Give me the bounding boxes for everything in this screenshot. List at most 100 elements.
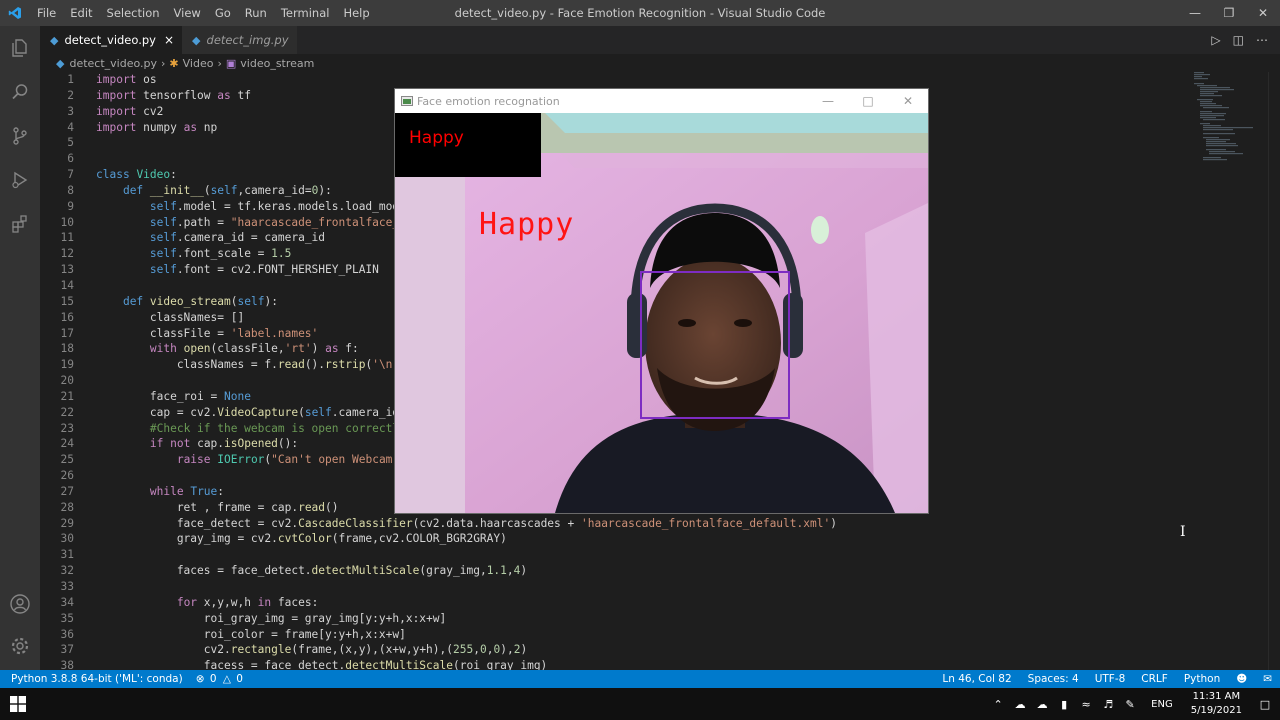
menu-help[interactable]: Help bbox=[336, 0, 376, 26]
menu-view[interactable]: View bbox=[167, 0, 208, 26]
code-text: class Video: bbox=[96, 168, 177, 182]
gear-icon[interactable] bbox=[0, 624, 40, 668]
code-text: faces = face_detect.detectMultiScale(gra… bbox=[96, 564, 528, 578]
editor-actions: ▷ ◫ ⋯ bbox=[1211, 26, 1268, 54]
menu-go[interactable]: Go bbox=[208, 0, 238, 26]
code-text: classNames= [] bbox=[96, 310, 245, 324]
chevron-up-icon[interactable]: ⌃ bbox=[987, 698, 1009, 711]
code-line[interactable]: 38 facess = face_detect.detectMultiScale… bbox=[40, 658, 1190, 670]
run-file-icon[interactable]: ▷ bbox=[1211, 33, 1220, 47]
cursor-position[interactable]: Ln 46, Col 82 bbox=[934, 673, 1019, 685]
activity-bar bbox=[0, 26, 40, 670]
code-text: roi_color = frame[y:y+h,x:x+w] bbox=[96, 627, 406, 641]
menu-file[interactable]: File bbox=[30, 0, 63, 26]
search-icon[interactable] bbox=[0, 70, 40, 114]
battery-icon[interactable]: ▮ bbox=[1053, 698, 1075, 711]
tab-detect-video[interactable]: ◆ detect_video.py × bbox=[40, 26, 183, 54]
code-text: import numpy as np bbox=[96, 120, 218, 134]
emotion-window-titlebar[interactable]: Face emotion recognation — □ ✕ bbox=[395, 89, 928, 113]
vertical-scrollbar[interactable] bbox=[1268, 72, 1280, 670]
taskbar-clock[interactable]: 11:31 AM 5/19/2021 bbox=[1183, 690, 1250, 718]
language-mode[interactable]: Python bbox=[1176, 673, 1228, 685]
method-icon: ▣ bbox=[225, 56, 237, 70]
files-icon[interactable] bbox=[0, 26, 40, 70]
code-text: def __init__(self,camera_id=0): bbox=[122, 183, 332, 197]
code-text: self.path = "haarcascade_frontalface_de bbox=[149, 215, 413, 229]
code-line[interactable]: 32 faces = face_detect.detectMultiScale(… bbox=[40, 563, 1190, 579]
menu-selection[interactable]: Selection bbox=[100, 0, 167, 26]
code-text: while True: bbox=[149, 484, 225, 498]
line-number: 7 bbox=[67, 168, 74, 182]
emotion-window[interactable]: Face emotion recognation — □ ✕ Happy Hap… bbox=[394, 88, 929, 514]
encoding[interactable]: UTF-8 bbox=[1087, 673, 1134, 685]
menu-run[interactable]: Run bbox=[238, 0, 274, 26]
feedback-icon[interactable]: ☻ bbox=[1228, 673, 1255, 685]
restore-button[interactable]: ❐ bbox=[1212, 0, 1246, 26]
minimap[interactable] bbox=[1190, 72, 1268, 670]
menu-edit[interactable]: Edit bbox=[63, 0, 99, 26]
code-line[interactable]: 35 roi_gray_img = gray_img[y:y+h,x:x+w] bbox=[40, 611, 1190, 627]
line-number: 18 bbox=[60, 342, 74, 356]
breadcrumb-method[interactable]: video_stream bbox=[240, 57, 314, 70]
code-text: self.camera_id = camera_id bbox=[149, 231, 326, 245]
code-line[interactable]: 34 for x,y,w,h in faces: bbox=[40, 595, 1190, 611]
code-line[interactable]: 1 import os bbox=[40, 72, 1190, 88]
line-number: 22 bbox=[60, 405, 74, 419]
code-line[interactable]: 33 bbox=[40, 579, 1190, 595]
extensions-icon[interactable] bbox=[0, 202, 40, 246]
code-text: classFile = 'label.names' bbox=[96, 326, 319, 340]
close-button[interactable]: ✕ bbox=[888, 89, 928, 113]
code-text: for x,y,w,h in faces: bbox=[176, 595, 319, 609]
code-line[interactable]: 31 bbox=[40, 547, 1190, 563]
line-number: 19 bbox=[60, 358, 74, 372]
line-number: 37 bbox=[60, 643, 74, 657]
webcam-frame: Happy Happy bbox=[395, 113, 928, 513]
maximize-button[interactable]: □ bbox=[848, 89, 888, 113]
close-icon[interactable]: × bbox=[164, 33, 174, 47]
notification-center-icon[interactable]: □ bbox=[1250, 698, 1280, 711]
warning-count: 0 bbox=[236, 673, 243, 685]
error-count: 0 bbox=[209, 673, 217, 685]
code-text: cap = cv2.VideoCapture(self.camera_id) bbox=[96, 405, 406, 419]
code-text: import os bbox=[96, 73, 157, 86]
error-icon: ⊗ bbox=[195, 673, 205, 685]
cloud-icon[interactable]: ☁ bbox=[1009, 698, 1031, 711]
window-app-icon bbox=[401, 96, 413, 106]
close-button[interactable]: ✕ bbox=[1246, 0, 1280, 26]
run-debug-icon[interactable] bbox=[0, 158, 40, 202]
line-number: 10 bbox=[60, 215, 74, 229]
breadcrumb-class[interactable]: Video bbox=[183, 57, 214, 70]
line-number: 24 bbox=[60, 437, 74, 451]
windows-start-icon[interactable] bbox=[10, 696, 26, 712]
cloud-icon[interactable]: ☁ bbox=[1031, 698, 1053, 711]
problems-indicator[interactable]: ⊗ 0 △ 0 bbox=[190, 673, 250, 685]
input-language[interactable]: ENG bbox=[1141, 699, 1183, 710]
chevron-right-icon: › bbox=[161, 56, 166, 70]
breadcrumb-file[interactable]: detect_video.py bbox=[69, 57, 157, 70]
line-number: 8 bbox=[67, 183, 74, 197]
code-line[interactable]: 29 face_detect = cv2.CascadeClassifier(c… bbox=[40, 516, 1190, 532]
line-number: 23 bbox=[60, 421, 74, 435]
wifi-icon[interactable]: ≈ bbox=[1075, 698, 1097, 711]
notifications-icon[interactable]: ✉ bbox=[1255, 673, 1280, 685]
code-line[interactable]: 37 cv2.rectangle(frame,(x,y),(x+w,y+h),(… bbox=[40, 642, 1190, 658]
line-number: 31 bbox=[60, 548, 74, 562]
line-number: 32 bbox=[60, 564, 74, 578]
code-line[interactable]: 36 roi_color = frame[y:y+h,x:x+w] bbox=[40, 627, 1190, 643]
end-of-line[interactable]: CRLF bbox=[1133, 673, 1176, 685]
minimize-button[interactable]: — bbox=[1178, 0, 1212, 26]
tab-detect-img[interactable]: ◆ detect_img.py bbox=[182, 26, 297, 54]
indentation[interactable]: Spaces: 4 bbox=[1020, 673, 1087, 685]
split-editor-icon[interactable]: ◫ bbox=[1233, 33, 1244, 47]
code-line[interactable]: 30 gray_img = cv2.cvtColor(frame,cv2.COL… bbox=[40, 531, 1190, 547]
python-interpreter[interactable]: Python 3.8.8 64-bit ('ML': conda) bbox=[0, 673, 190, 685]
more-actions-icon[interactable]: ⋯ bbox=[1256, 33, 1268, 47]
minimize-button[interactable]: — bbox=[808, 89, 848, 113]
menu-terminal[interactable]: Terminal bbox=[274, 0, 337, 26]
line-number: 30 bbox=[60, 532, 74, 546]
source-control-icon[interactable] bbox=[0, 114, 40, 158]
volume-icon[interactable]: ♬ bbox=[1097, 698, 1119, 711]
pen-icon[interactable]: ✎ bbox=[1119, 698, 1141, 711]
code-text: classNames = f.read().rstrip('\n') bbox=[96, 358, 406, 372]
account-icon[interactable] bbox=[0, 582, 40, 626]
